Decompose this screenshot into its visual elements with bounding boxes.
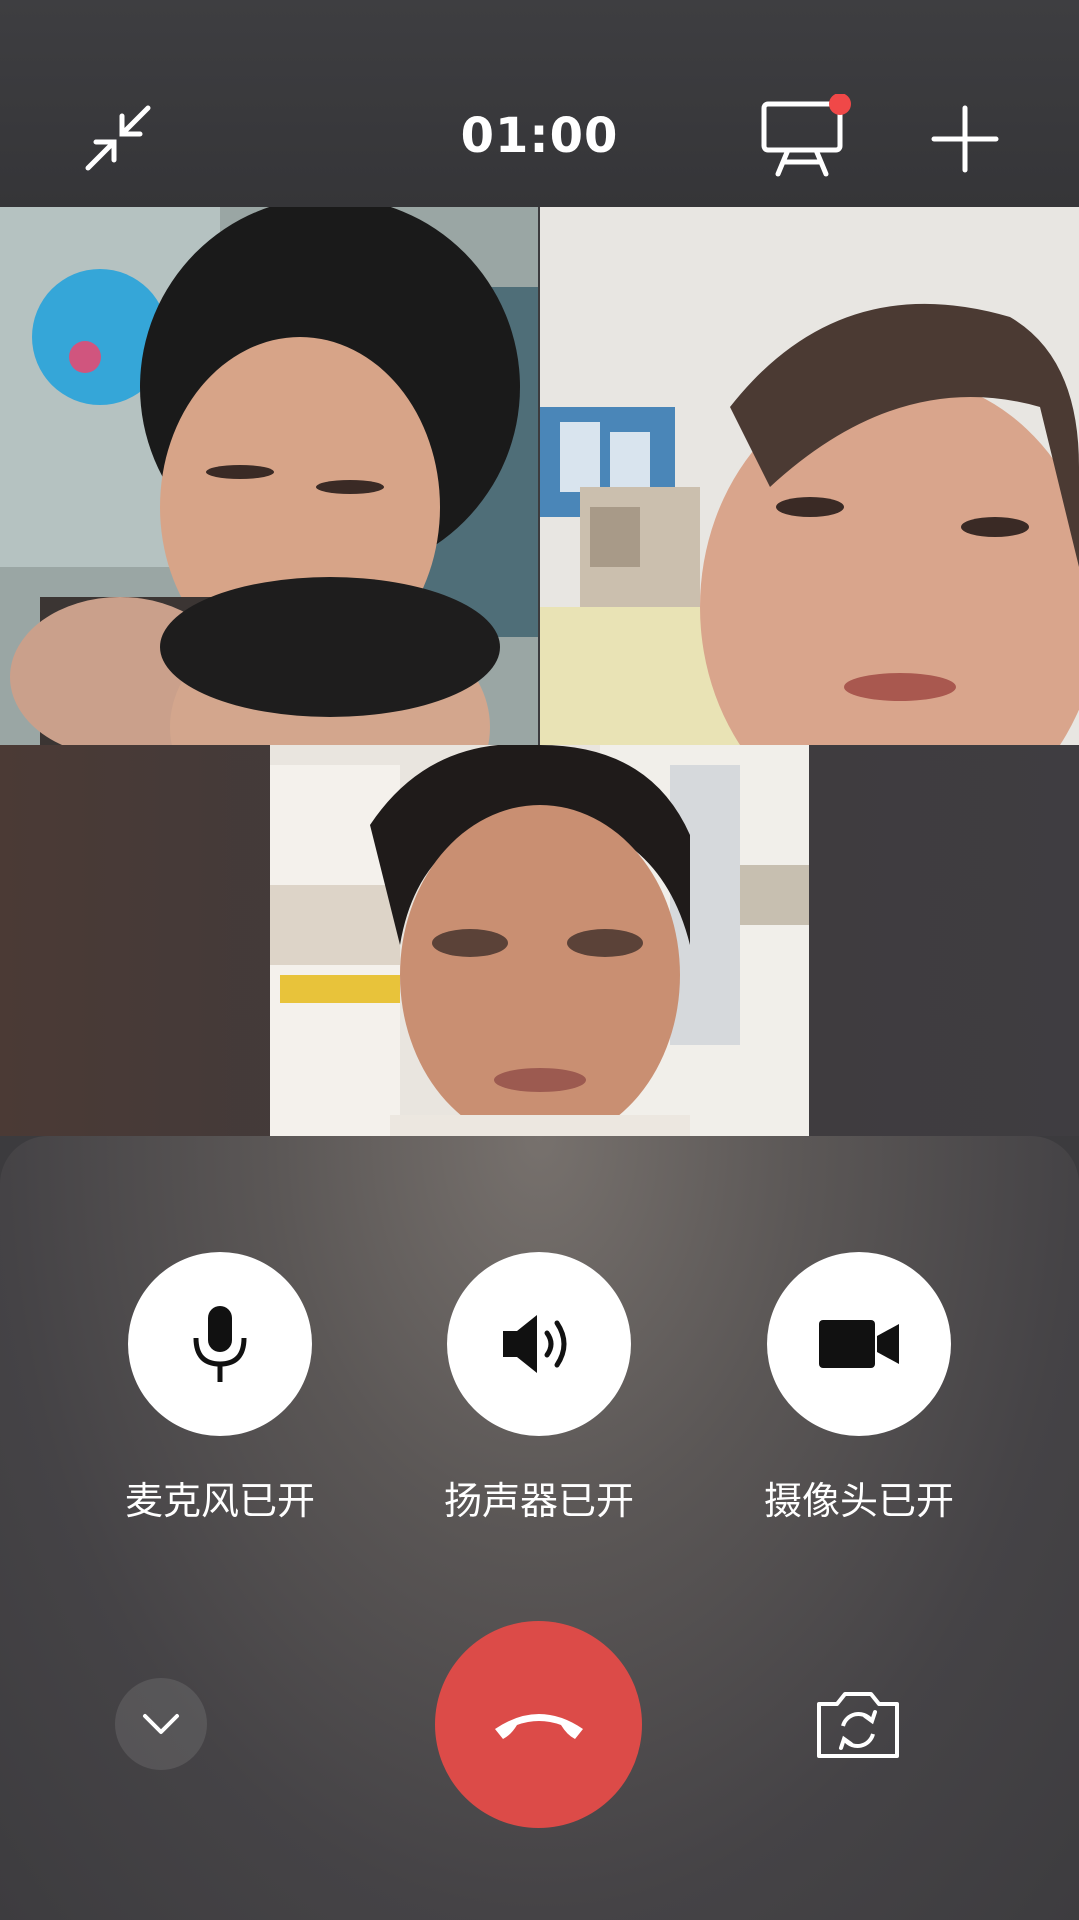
camera-status-label: 摄像头已开 — [763, 1479, 954, 1523]
speaker-status-label: 扬声器已开 — [443, 1479, 634, 1523]
call-timer: 01:00 — [460, 108, 619, 164]
hang-up-button[interactable] — [435, 1621, 642, 1828]
video-tile-participant-2[interactable] — [540, 207, 1079, 745]
top-bar: 01:00 — [0, 0, 1079, 207]
screen-share-button[interactable] — [760, 93, 860, 180]
speaker-toggle-button[interactable] — [447, 1252, 631, 1436]
microphone-icon — [193, 1306, 247, 1382]
camera-toggle-button[interactable] — [767, 1252, 951, 1436]
notification-dot — [829, 93, 851, 115]
plus-icon[interactable] — [930, 104, 1000, 174]
chevron-down-icon — [143, 1714, 179, 1734]
speaker-icon — [503, 1315, 567, 1373]
camera-flip-icon — [817, 1692, 899, 1758]
collapse-panel-button[interactable] — [115, 1678, 207, 1770]
video-tile-participant-1[interactable] — [0, 207, 538, 745]
flip-camera-button[interactable] — [815, 1690, 901, 1760]
phone-hangup-icon — [494, 1713, 583, 1739]
video-camera-icon — [819, 1320, 899, 1368]
video-tile-participant-3[interactable] — [270, 745, 809, 1136]
microphone-toggle-button[interactable] — [128, 1252, 312, 1436]
microphone-status-label: 麦克风已开 — [124, 1479, 315, 1523]
presentation-board-icon — [761, 93, 851, 177]
